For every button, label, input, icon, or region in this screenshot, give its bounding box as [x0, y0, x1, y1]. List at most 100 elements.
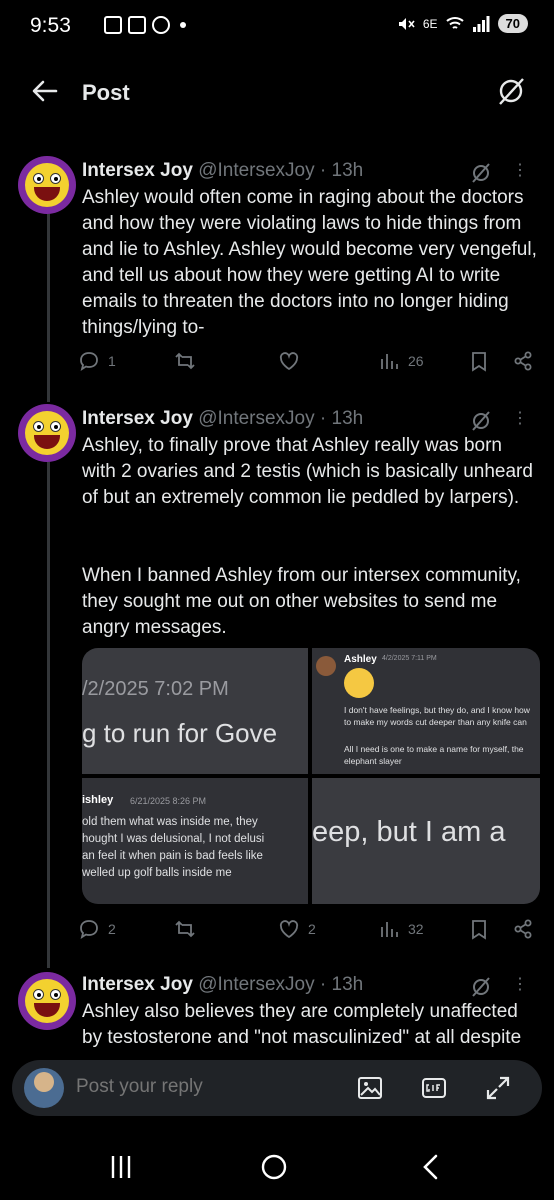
post-time: · 13h — [319, 974, 364, 995]
reply-button[interactable]: 1 — [78, 350, 116, 372]
repost-button[interactable] — [174, 918, 204, 940]
bar-chart-icon — [381, 922, 398, 937]
network-type: 6E — [422, 16, 438, 31]
reply-count: 1 — [108, 353, 116, 369]
arrow-left-icon[interactable] — [30, 76, 60, 106]
image-text: g to run for Gove — [82, 718, 278, 748]
repost-icon — [175, 920, 195, 938]
avatar[interactable] — [18, 156, 76, 214]
post-text: Ashley would often come in raging about … — [82, 187, 537, 338]
media-image-4[interactable]: eep, but I am a — [312, 778, 540, 904]
author-handle[interactable]: @IntersexJoy — [198, 408, 314, 429]
image-text: All I need is one to make a name for mys… — [344, 744, 524, 766]
screenshot-icon — [104, 16, 122, 34]
image-text: I don't have feelings, but they do, and … — [344, 705, 530, 727]
author-handle[interactable]: @IntersexJoy — [198, 160, 314, 181]
avatar — [316, 656, 336, 676]
gif-icon[interactable] — [420, 1074, 448, 1102]
image-text: ishley — [82, 794, 114, 806]
repost-icon — [175, 352, 195, 370]
share-button[interactable] — [512, 350, 534, 372]
post-header-bar: Post — [0, 62, 554, 122]
media-image-1[interactable]: /2/2025 7:02 PM g to run for Gove — [82, 648, 308, 774]
bookmark-icon — [472, 920, 486, 940]
smiley-emoji-icon — [344, 668, 374, 698]
status-time: 9:53 — [30, 14, 71, 37]
post-author-line: Intersex Joy @IntersexJoy · 13h — [82, 974, 363, 996]
messenger-icon — [152, 16, 170, 34]
author-name[interactable]: Intersex Joy — [82, 160, 193, 181]
epic-face-icon — [25, 163, 69, 207]
image-text: old them what was inside me, they hought… — [82, 816, 265, 879]
post-text-paragraph-2: When I banned Ashley from our intersex c… — [82, 565, 521, 638]
speech-bubble-icon — [80, 920, 98, 939]
post-time: · 13h — [319, 408, 364, 429]
more-notifications-dot — [180, 22, 186, 28]
views-button[interactable]: 32 — [378, 918, 424, 940]
post-actions: 1 26 — [78, 350, 538, 378]
speech-bubble-icon — [80, 352, 98, 371]
calendar-icon — [128, 16, 146, 34]
back-icon[interactable] — [416, 1152, 446, 1182]
post-text: Ashley also believes they are completely… — [82, 1001, 522, 1048]
thread-line — [47, 214, 50, 402]
reply-button[interactable]: 2 — [78, 918, 116, 940]
heart-icon — [279, 352, 299, 371]
system-navigation-bar — [0, 1130, 554, 1200]
author-name[interactable]: Intersex Joy — [82, 408, 193, 429]
bar-chart-icon — [381, 354, 398, 369]
like-button[interactable] — [278, 350, 308, 372]
views-button[interactable]: 26 — [378, 350, 424, 372]
media-image-2[interactable]: Ashley 4/2/2025 7:11 PM I don't have fee… — [312, 648, 540, 774]
recent-apps-icon[interactable] — [106, 1152, 136, 1182]
grok-icon[interactable] — [470, 976, 492, 998]
mute-icon — [398, 17, 415, 30]
epic-face-icon — [25, 411, 69, 455]
heart-icon — [279, 920, 299, 939]
reply-composer[interactable] — [12, 1060, 542, 1116]
bookmark-button[interactable] — [468, 918, 490, 940]
post-actions: 2 2 32 — [78, 918, 538, 946]
thread-line — [47, 462, 50, 968]
status-bar: 9:53 6E 70 — [0, 0, 554, 56]
post-author-line: Intersex Joy @IntersexJoy · 13h — [82, 160, 363, 182]
bookmark-button[interactable] — [468, 350, 490, 372]
view-count: 32 — [408, 921, 424, 937]
image-icon[interactable] — [356, 1074, 384, 1102]
page-title: Post — [82, 80, 130, 105]
wifi-icon — [445, 16, 464, 29]
like-count: 2 — [308, 921, 316, 937]
battery-level: 70 — [497, 14, 528, 33]
reply-input[interactable] — [76, 1076, 326, 1098]
like-button[interactable]: 2 — [278, 918, 316, 940]
more-options-icon[interactable]: ⋮ — [512, 160, 528, 180]
image-text: eep, but I am a — [312, 816, 506, 848]
avatar — [24, 1068, 64, 1108]
view-count: 26 — [408, 353, 424, 369]
media-image-3[interactable]: ishley 6/21/2025 8:26 PM old them what w… — [82, 778, 308, 904]
grok-icon[interactable] — [470, 410, 492, 432]
avatar[interactable] — [18, 972, 76, 1030]
epic-face-icon — [25, 979, 69, 1023]
bookmark-icon — [472, 352, 486, 372]
signal-icon — [472, 15, 490, 32]
post-author-line: Intersex Joy @IntersexJoy · 13h — [82, 408, 363, 430]
home-icon[interactable] — [259, 1152, 289, 1182]
reply-count: 2 — [108, 921, 116, 937]
notification-icons — [104, 16, 186, 34]
expand-icon[interactable] — [484, 1074, 512, 1102]
more-options-icon[interactable]: ⋮ — [512, 974, 528, 994]
more-options-icon[interactable]: ⋮ — [512, 408, 528, 428]
image-text: 6/21/2025 8:26 PM — [130, 796, 207, 806]
author-name[interactable]: Intersex Joy — [82, 974, 193, 995]
status-right: 6E 70 — [397, 14, 528, 33]
repost-button[interactable] — [174, 350, 204, 372]
image-text: 4/2/2025 7:11 PM — [382, 655, 437, 662]
post-text-paragraph-1: Ashley, to finally prove that Ashley rea… — [82, 435, 533, 508]
grok-icon[interactable] — [496, 76, 526, 106]
avatar[interactable] — [18, 404, 76, 462]
author-handle[interactable]: @IntersexJoy — [198, 974, 314, 995]
grok-icon[interactable] — [470, 162, 492, 184]
share-button[interactable] — [512, 918, 534, 940]
media-grid[interactable]: /2/2025 7:02 PM g to run for Gove Ashley… — [82, 648, 540, 904]
